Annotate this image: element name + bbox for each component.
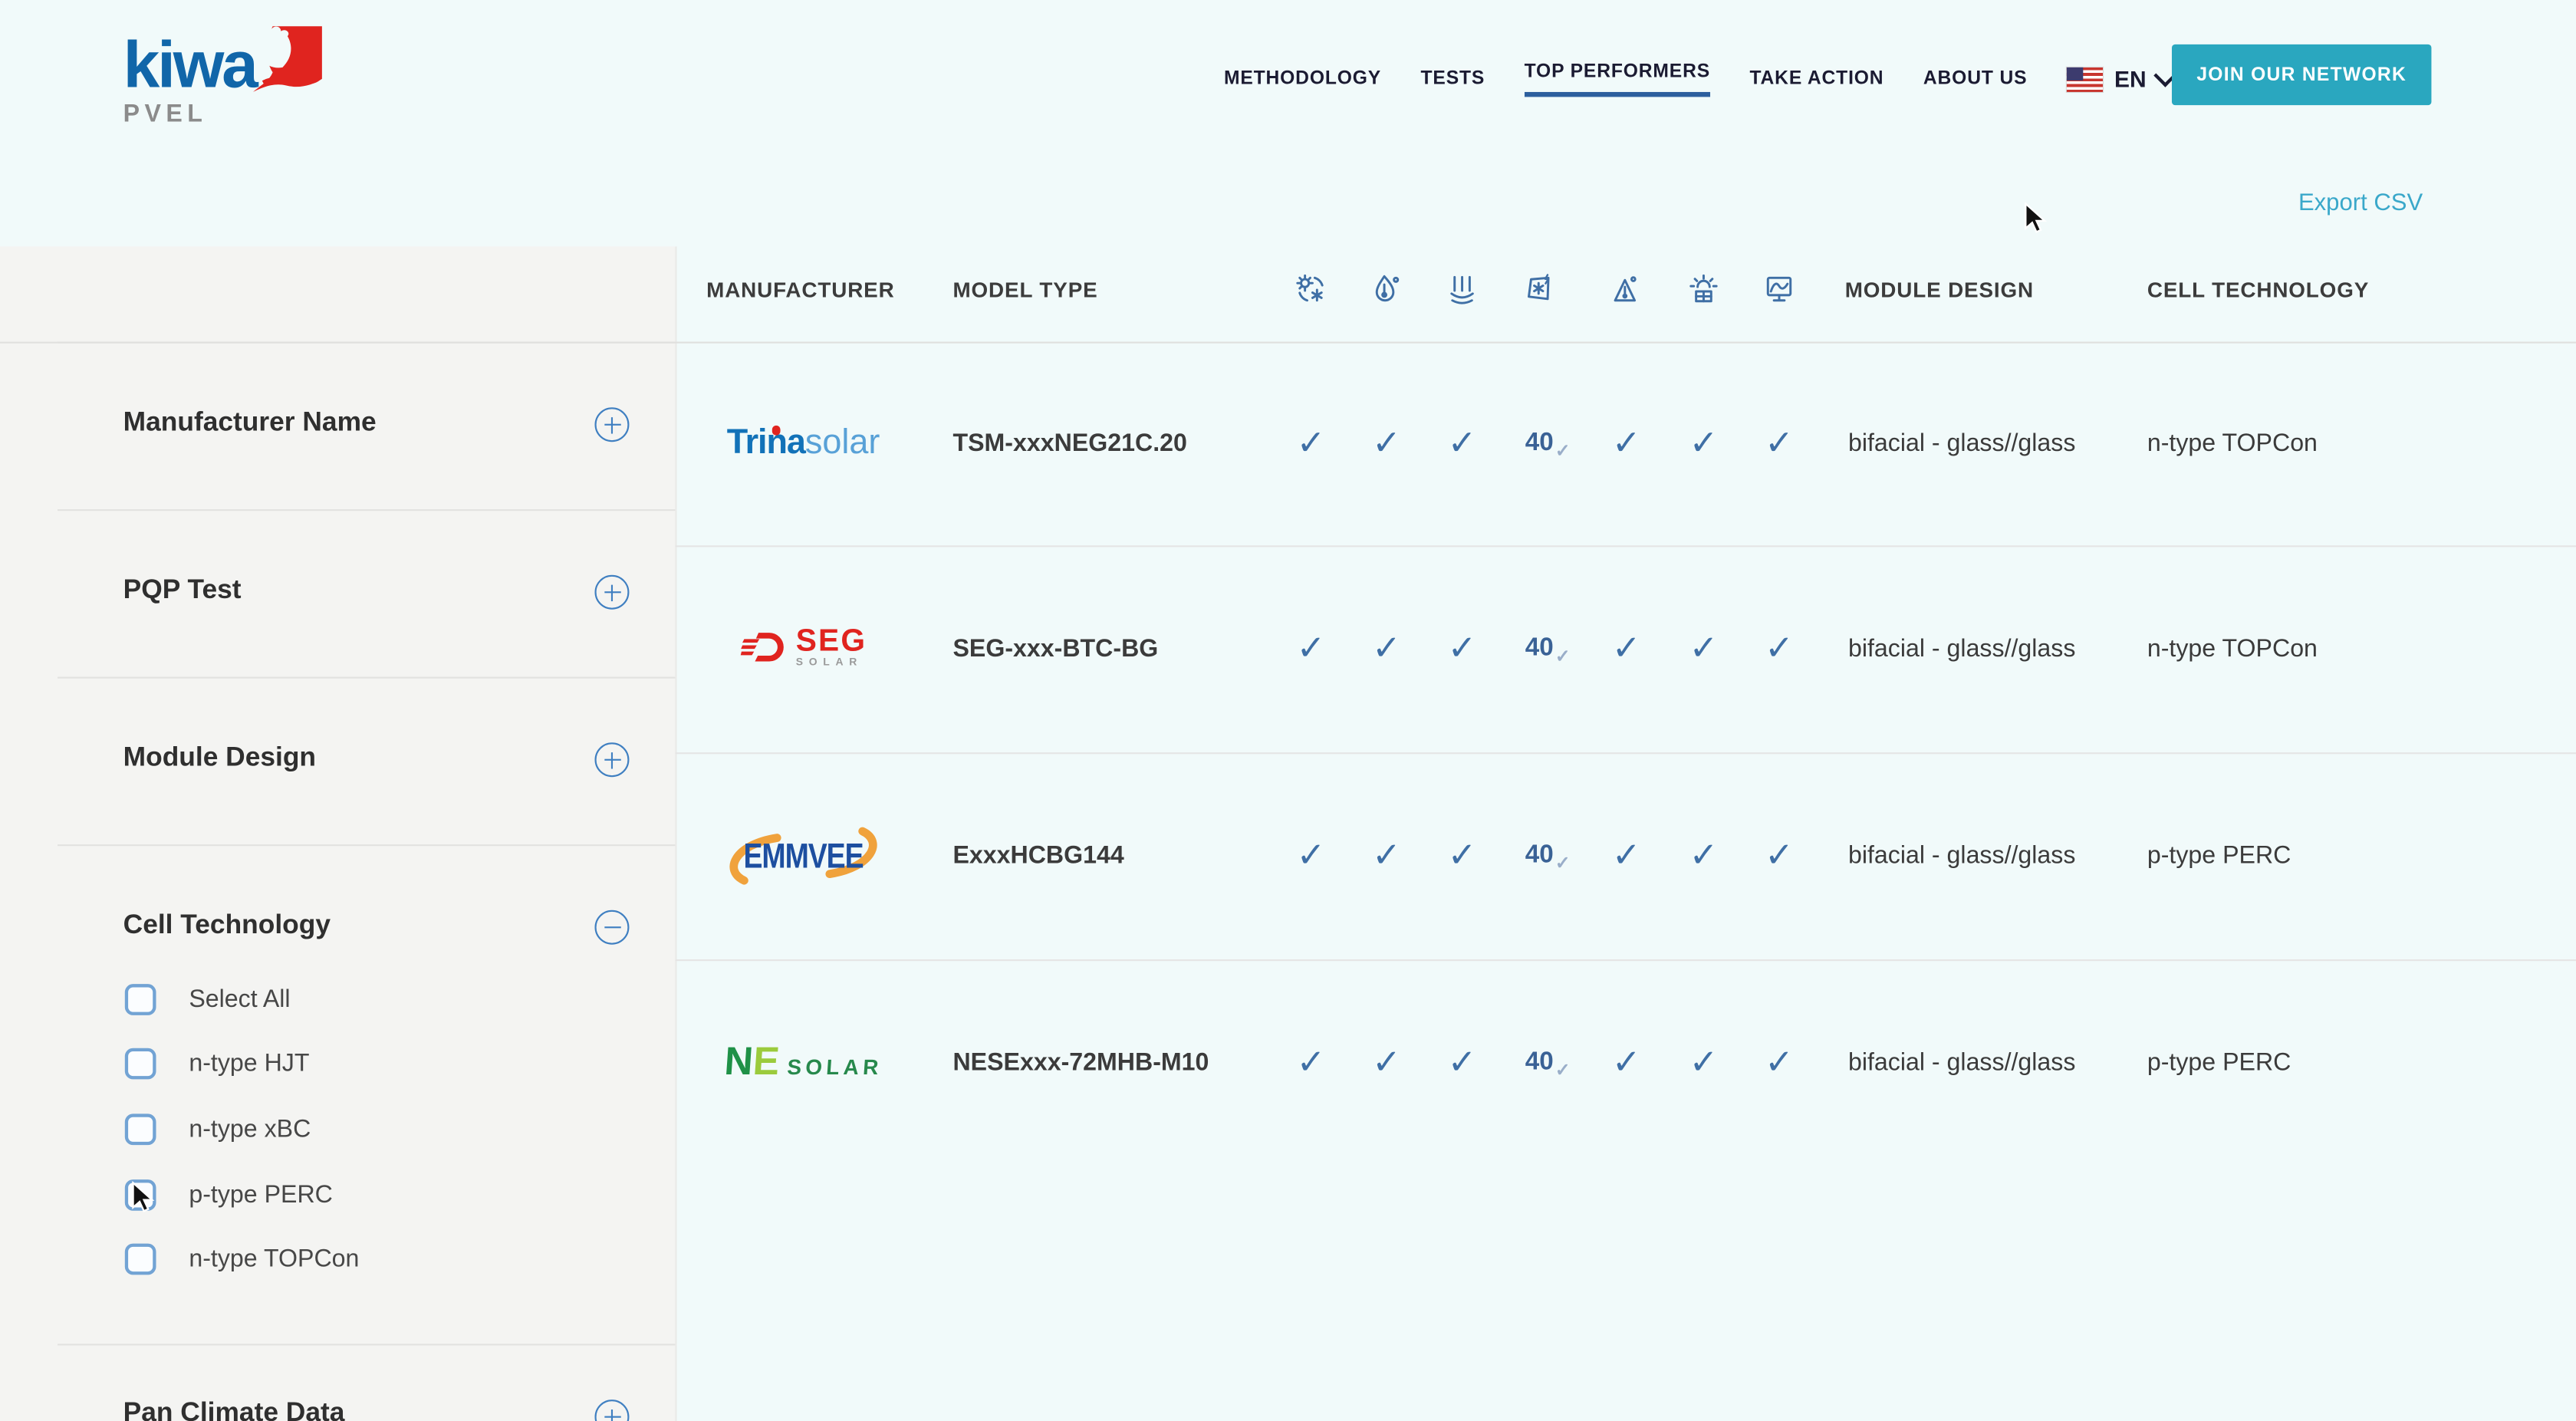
filter-section-label: Pan Climate Data bbox=[123, 1398, 345, 1421]
trina-wordmark: Trina bbox=[727, 424, 805, 462]
export-csv-link[interactable]: Export CSV bbox=[2298, 190, 2423, 216]
check-mark: ✓ bbox=[1746, 423, 1812, 465]
module-design-value: bifacial - glass//glass bbox=[1848, 1049, 2075, 1077]
check-mark: ✓ bbox=[1594, 835, 1660, 877]
check-mark: ✓ bbox=[1671, 835, 1737, 877]
check-mark: ✓ bbox=[1555, 646, 1571, 667]
pid-icon bbox=[1608, 271, 1644, 307]
check-mark: ✓ bbox=[1746, 835, 1812, 877]
check-mark: ✓ bbox=[1746, 1042, 1812, 1084]
thermal-cycling-icon bbox=[1293, 271, 1329, 307]
manufacturer-logo: EMMVEE bbox=[705, 823, 902, 889]
hail-size-value: 40✓ bbox=[1506, 429, 1572, 459]
module-design-value: bifacial - glass//glass bbox=[1848, 635, 2075, 663]
expand-plus-icon[interactable] bbox=[594, 1400, 629, 1421]
divider bbox=[58, 1344, 675, 1345]
model-type: ExxxHCBG144 bbox=[952, 842, 1124, 870]
col-header-cell-technology: CELL TECHNOLOGY bbox=[2147, 278, 2369, 302]
language-code: EN bbox=[2114, 66, 2147, 92]
check-mark: ✓ bbox=[1278, 628, 1344, 669]
table-row[interactable]: N E SOLAR NESExxx-72MHB-M10 ✓ ✓ ✓ 40✓ ✓ … bbox=[0, 959, 2576, 1166]
trina-red-dot bbox=[772, 426, 781, 435]
hail-size-value: 40✓ bbox=[1506, 841, 1572, 871]
checkbox[interactable] bbox=[125, 1243, 156, 1275]
manufacturer-logo: SEG SOLAR bbox=[705, 629, 902, 668]
nav-about-us[interactable]: ABOUT US bbox=[1923, 69, 2028, 89]
solar-wordmark: SOLAR bbox=[796, 657, 867, 669]
mouse-cursor bbox=[2024, 202, 2054, 238]
kiwa-beaver-icon bbox=[249, 23, 325, 95]
col-header-model-type: MODEL TYPE bbox=[952, 278, 1097, 302]
pan-performance-icon bbox=[1761, 271, 1797, 307]
check-mark: ✓ bbox=[1555, 1060, 1571, 1081]
model-type: NESExxx-72MHB-M10 bbox=[952, 1049, 1209, 1077]
seg-wordmark: SEG bbox=[796, 629, 867, 655]
checkbox-label: n-type TOPCon bbox=[189, 1245, 359, 1272]
check-mark: ✓ bbox=[1671, 423, 1737, 465]
mechanical-stress-icon bbox=[1444, 271, 1480, 307]
manufacturer-logo: N E SOLAR bbox=[705, 1043, 902, 1082]
join-our-network-button[interactable]: JOIN OUR NETWORK bbox=[2172, 44, 2431, 105]
table-row[interactable]: SEG SOLAR SEG-xxx-BTC-BG ✓ ✓ ✓ 40✓ ✓ ✓ ✓… bbox=[0, 545, 2576, 752]
lid-letid-icon bbox=[1686, 271, 1722, 307]
check-mark: ✓ bbox=[1746, 628, 1812, 669]
nav-top-performers[interactable]: TOP PERFORMERS bbox=[1525, 61, 1710, 96]
check-mark: ✓ bbox=[1354, 423, 1420, 465]
damp-heat-icon bbox=[1368, 271, 1404, 307]
language-selector[interactable]: EN bbox=[2067, 66, 2174, 92]
hail-size-value: 40✓ bbox=[1506, 1048, 1572, 1078]
checkbox-label: p-type PERC bbox=[189, 1180, 333, 1208]
nav-tests[interactable]: TESTS bbox=[1421, 69, 1485, 89]
checkbox-p-type-perc[interactable]: p-type PERC bbox=[0, 1166, 675, 1222]
check-mark: ✓ bbox=[1354, 835, 1420, 877]
table-row[interactable]: Trinasolar TSM-xxxNEG21C.20 ✓ ✓ ✓ 40✓ ✓ … bbox=[0, 342, 2576, 546]
solar-wordmark: solar bbox=[805, 424, 880, 462]
hail-stress-icon bbox=[1522, 271, 1558, 307]
check-mark: ✓ bbox=[1594, 1042, 1660, 1084]
check-mark: ✓ bbox=[1429, 1042, 1495, 1084]
cell-technology-value: n-type TOPCon bbox=[2147, 429, 2318, 457]
checkbox-n-type-topcon[interactable]: n-type TOPCon bbox=[0, 1231, 675, 1287]
model-type: TSM-xxxNEG21C.20 bbox=[952, 429, 1186, 457]
pvel-wordmark: PVEL bbox=[123, 100, 325, 128]
table-row[interactable]: EMMVEE ExxxHCBG144 ✓ ✓ ✓ 40✓ ✓ ✓ ✓ bifac… bbox=[0, 752, 2576, 959]
check-mark: ✓ bbox=[1594, 423, 1660, 465]
check-mark: ✓ bbox=[1278, 1042, 1344, 1084]
col-header-manufacturer: MANUFACTURER bbox=[706, 278, 894, 302]
hail-size-value: 40✓ bbox=[1506, 634, 1572, 664]
check-mark: ✓ bbox=[1354, 1042, 1420, 1084]
cell-technology-value: p-type PERC bbox=[2147, 842, 2291, 870]
emmvee-wordmark: EMMVEE bbox=[743, 835, 863, 877]
check-mark: ✓ bbox=[1429, 423, 1495, 465]
check-mark: ✓ bbox=[1354, 628, 1420, 669]
seg-wing-icon bbox=[740, 629, 789, 668]
kiwa-wordmark: kiwa bbox=[123, 33, 256, 99]
page: kiwa PVEL METHODOLOGY TESTS TOP PERFORME… bbox=[0, 0, 2576, 1421]
nav-take-action[interactable]: TAKE ACTION bbox=[1749, 69, 1883, 89]
check-mark: ✓ bbox=[1555, 853, 1571, 874]
check-mark: ✓ bbox=[1429, 835, 1495, 877]
manufacturer-logo: Trinasolar bbox=[705, 424, 902, 463]
module-design-value: bifacial - glass//glass bbox=[1848, 429, 2075, 457]
ne-e-wordmark: E bbox=[752, 1043, 781, 1082]
check-mark: ✓ bbox=[1429, 628, 1495, 669]
us-flag-icon bbox=[2067, 67, 2103, 91]
check-mark: ✓ bbox=[1671, 628, 1737, 669]
check-mark: ✓ bbox=[1278, 835, 1344, 877]
nav-methodology[interactable]: METHODOLOGY bbox=[1224, 69, 1381, 89]
cell-technology-value: n-type TOPCon bbox=[2147, 635, 2318, 663]
model-type: SEG-xxx-BTC-BG bbox=[952, 635, 1158, 663]
main-nav: METHODOLOGY TESTS TOP PERFORMERS TAKE AC… bbox=[1224, 49, 2174, 108]
module-design-value: bifacial - glass//glass bbox=[1848, 842, 2075, 870]
ne-n-wordmark: N bbox=[723, 1043, 755, 1082]
col-header-module-design: MODULE DESIGN bbox=[1845, 278, 2034, 302]
check-mark: ✓ bbox=[1555, 440, 1571, 462]
check-mark: ✓ bbox=[1594, 628, 1660, 669]
cell-technology-value: p-type PERC bbox=[2147, 1049, 2291, 1077]
kiwa-pvel-logo[interactable]: kiwa PVEL bbox=[123, 33, 325, 128]
check-mark: ✓ bbox=[1671, 1042, 1737, 1084]
check-mark: ✓ bbox=[1278, 423, 1344, 465]
mouse-cursor bbox=[131, 1181, 161, 1217]
solar-wordmark: SOLAR bbox=[786, 1054, 883, 1079]
